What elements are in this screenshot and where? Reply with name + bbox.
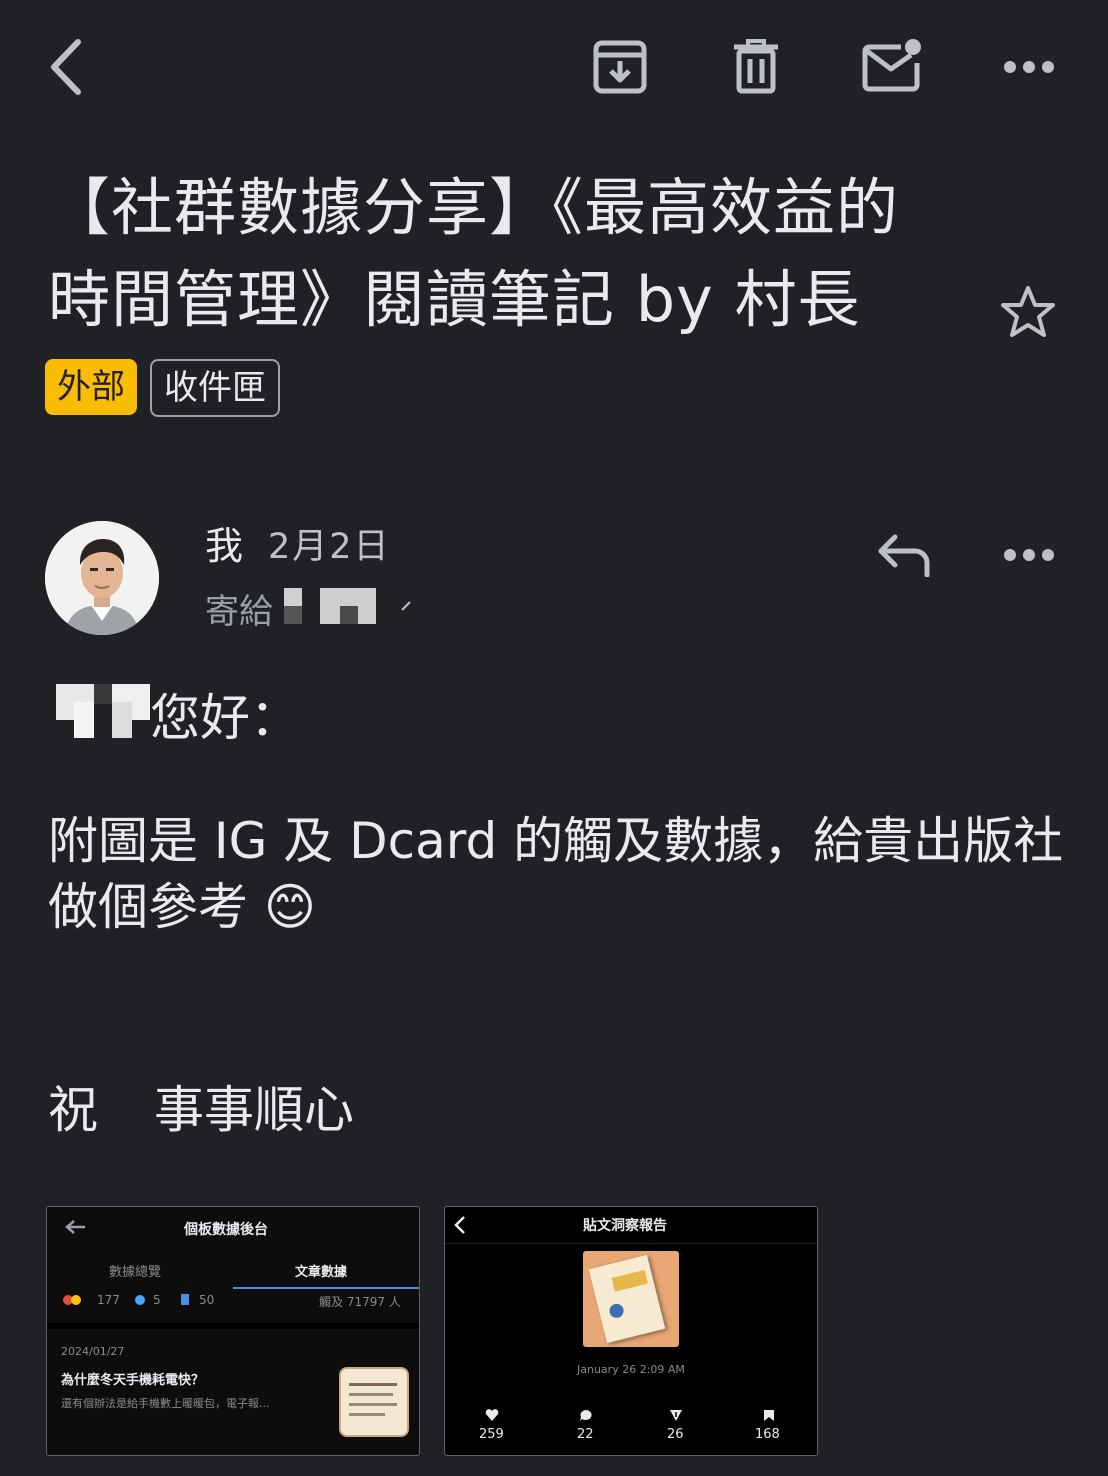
attachment-image-2[interactable]: 貼文洞察報告 January 26 2:09 AM 259 22 26 168 [444, 1206, 818, 1456]
closing-word: 祝 [48, 1081, 98, 1139]
comment-icon [580, 1410, 592, 1421]
heart-icon [485, 1409, 499, 1421]
bookmark-icon [764, 1410, 774, 1421]
stat-saves: 168 [755, 1427, 780, 1442]
stat-shares: 26 [667, 1427, 684, 1442]
post-title: 為什麼冬天手機耗電快？ [61, 1373, 205, 1388]
reply-button[interactable] [872, 528, 936, 580]
dashboard-title: 個板數據後台 [184, 1222, 268, 1238]
saves-count: 50 [199, 1293, 215, 1307]
avatar[interactable] [45, 521, 159, 635]
closing-wish: 事事順心 [154, 1081, 354, 1139]
archive-icon [593, 40, 647, 94]
back-arrow-icon [454, 1216, 465, 1234]
stat-comments: 22 [577, 1427, 594, 1442]
insights-title: 貼文洞察報告 [583, 1218, 667, 1234]
back-arrow-icon [65, 1220, 85, 1234]
mark-unread-icon [862, 39, 921, 92]
post-timestamp: January 26 2:09 AM [577, 1363, 685, 1376]
tab-posts: 文章數據 [295, 1265, 348, 1280]
star-icon [1001, 286, 1055, 337]
trash-icon [734, 39, 778, 94]
comments-count: 5 [153, 1293, 161, 1307]
closing: 祝事事順心 [48, 1070, 354, 1142]
post-book-image [583, 1251, 679, 1347]
sent-date: 2月2日 [268, 527, 391, 567]
label-inbox[interactable]: 收件匣 [150, 359, 280, 417]
back-arrow-icon [51, 39, 81, 95]
post-date: 2024/01/27 [61, 1345, 125, 1358]
smile-emoji: 😊 [263, 878, 317, 936]
archive-button[interactable] [590, 38, 650, 96]
attachment-image-1[interactable]: 個板數據後台 數據總覽 文章數據 177 5 50 觸及 71797 人 202… [46, 1206, 420, 1456]
chevron-down-icon [401, 601, 411, 611]
more-dots-icon [1004, 549, 1054, 561]
star-button[interactable] [996, 280, 1060, 344]
sender-name: 我 [205, 524, 244, 568]
email-subject: 【社群數據分享】《最高效益的時間管理》閱讀筆記 by 村長 [48, 171, 900, 336]
stat-likes: 259 [479, 1427, 504, 1442]
reply-icon [878, 534, 930, 577]
post-excerpt: 還有個辦法是給手機數上暖暖包，電子報... [61, 1397, 270, 1410]
message-more-button[interactable] [1000, 540, 1058, 570]
email-body: 附圖是 IG 及 Dcard 的觸及數據，給貴出版社做個參考 😊 [48, 808, 1078, 940]
body-text: 附圖是 IG 及 Dcard 的觸及數據，給貴出版社做個參考 [48, 812, 1064, 936]
tab-overview: 數據總覽 [109, 1265, 162, 1280]
likes-count: 177 [97, 1293, 120, 1307]
delete-button[interactable] [728, 38, 784, 96]
reach-count: 觸及 71797 人 [319, 1295, 401, 1309]
label-external: 外部 [45, 359, 137, 415]
back-button[interactable] [38, 36, 94, 98]
more-options-button[interactable] [1000, 52, 1058, 82]
post-thumbnail [339, 1367, 409, 1437]
expand-recipients-button[interactable] [396, 596, 416, 616]
mark-unread-button[interactable] [860, 36, 926, 96]
recipients-label[interactable]: 寄給 [205, 584, 273, 633]
share-icon [670, 1410, 682, 1421]
greeting: 您好： [150, 689, 300, 747]
more-dots-icon [1004, 61, 1054, 73]
